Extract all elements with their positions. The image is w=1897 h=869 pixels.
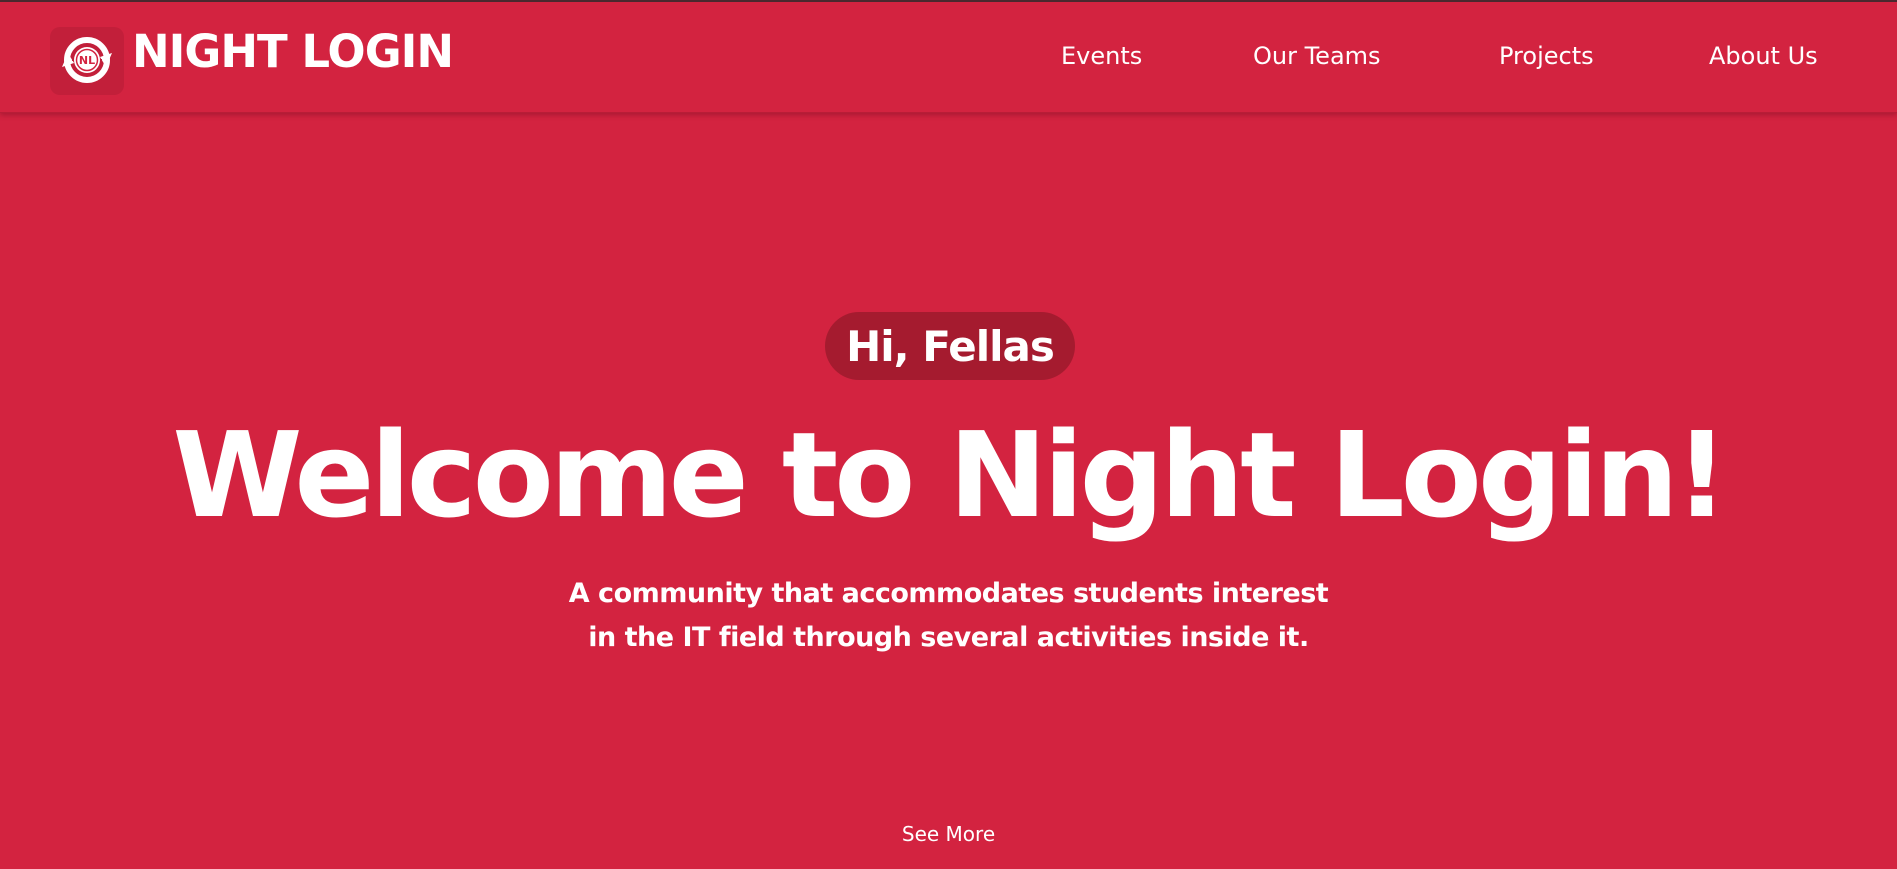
navbar: NL NIGHT LOGIN Events Our Teams Projects… [0,2,1897,113]
nav-link-events[interactable]: Events [1061,42,1142,70]
hero-section: Hi, Fellas Welcome to Night Login! A com… [0,112,1897,869]
nav-links: Events Our Teams Projects About Us [0,42,1897,74]
hero-subtitle-line-2: in the IT field through several activiti… [588,622,1309,653]
hero-subtitle-line-1: A community that accommodates students i… [568,578,1329,609]
nav-link-our-teams[interactable]: Our Teams [1253,42,1381,70]
see-more-link[interactable]: See More [0,822,1897,846]
nav-link-about-us[interactable]: About Us [1709,42,1818,70]
greeting-badge: Hi, Fellas [825,312,1075,380]
hero-subtitle: A community that accommodates students i… [0,572,1897,660]
nav-link-projects[interactable]: Projects [1499,42,1594,70]
hero-title: Welcome to Night Login! [172,406,1728,544]
